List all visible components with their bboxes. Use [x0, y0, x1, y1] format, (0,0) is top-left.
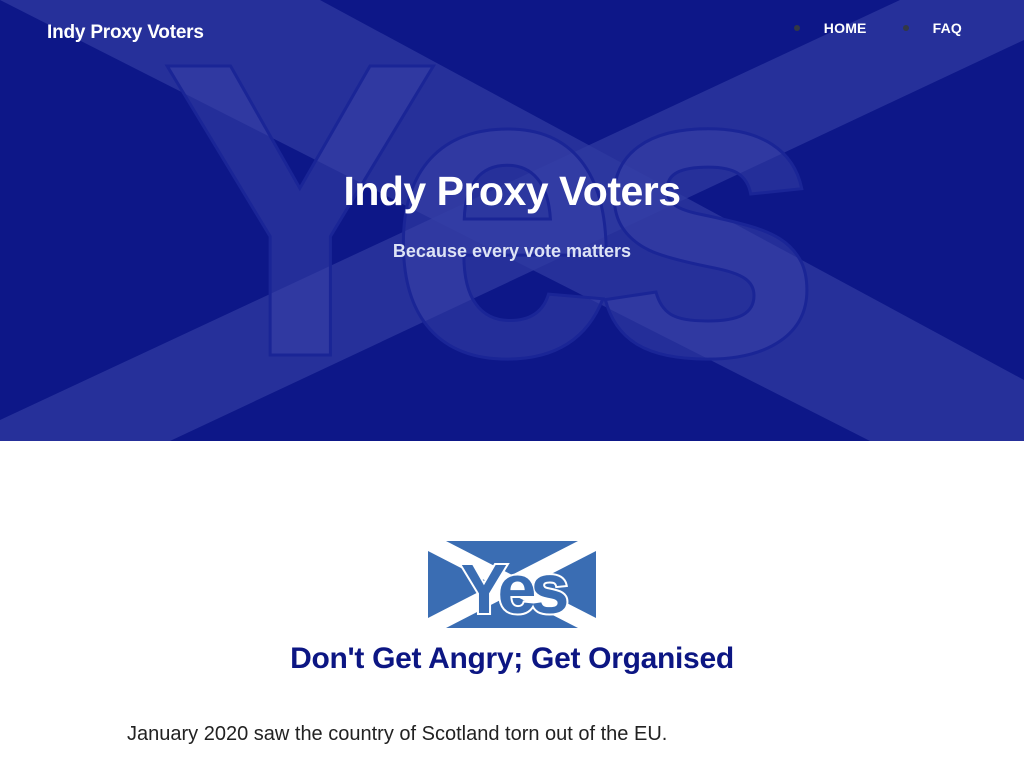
nav-item-faq[interactable]: FAQ — [902, 20, 962, 36]
intro-paragraph: January 2020 saw the country of Scotland… — [127, 723, 668, 745]
hero-subtitle: Because every vote matters — [392, 241, 632, 261]
nav-link-faq[interactable]: FAQ — [933, 20, 962, 36]
svg-text:Yes: Yes — [160, 0, 807, 441]
main-nav: HOME FAQ — [758, 20, 962, 36]
hero-banner: Yes Indy Proxy Voters HOME FAQ Indy Prox… — [0, 0, 1024, 441]
hero-title: Indy Proxy Voters — [343, 168, 681, 214]
yes-saltire-logo: Yes — [428, 541, 596, 628]
bullet-icon — [902, 25, 909, 31]
section-heading: Don't Get Angry; Get Organised — [290, 642, 734, 675]
saltire-watermark: Yes — [0, 0, 1024, 441]
nav-link-home[interactable]: HOME — [824, 20, 867, 36]
svg-text:Yes: Yes — [461, 550, 568, 628]
nav-item-home[interactable]: HOME — [793, 20, 867, 36]
page: Yes Indy Proxy Voters HOME FAQ Indy Prox… — [0, 0, 1024, 768]
site-brand-link[interactable]: Indy Proxy Voters — [47, 22, 204, 44]
bullet-icon — [793, 25, 800, 31]
